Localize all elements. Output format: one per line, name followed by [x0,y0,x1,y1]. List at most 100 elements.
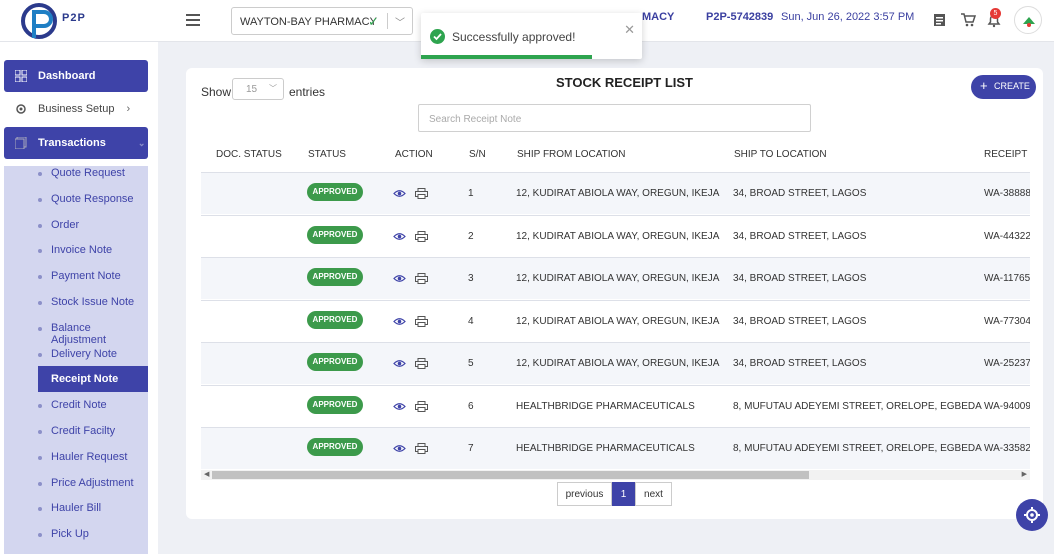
chevron-down-icon: ⌄ [137,137,146,148]
avatar[interactable] [1014,6,1042,34]
scroll-right-icon[interactable]: ▶ [1022,470,1027,478]
cell-from: HEALTHBRIDGE PHARMACEUTICALS [516,443,695,454]
sidebar-subitem-quote-response[interactable]: Quote Response [38,186,148,212]
cell-to: 8, MUFUTAU ADEYEMI STREET, ORELOPE, EGBE… [733,443,982,454]
menu-toggle-icon[interactable] [186,14,200,26]
table-row[interactable]: APPROVED 5 12, KUDIRAT ABIOLA WAY, OREGUN,… [201,342,1030,384]
status-badge: APPROVED [307,438,363,456]
close-icon[interactable]: ✕ [624,22,635,38]
print-icon[interactable] [415,400,428,412]
sidebar-item-label: Payment Note [51,270,121,283]
column-header[interactable]: RECEIPT N [984,149,1030,160]
table-row[interactable]: APPROVED 4 12, KUDIRAT ABIOLA WAY, OREGUN,… [201,299,1030,342]
cell-sn: 5 [468,358,474,369]
page-1-button[interactable]: 1 [612,482,635,506]
entries-value: 15 [246,84,258,95]
view-icon[interactable] [393,188,406,199]
column-header[interactable]: ACTION [395,149,433,160]
table-row[interactable]: APPROVED 1 12, KUDIRAT ABIOLA WAY, OREGUN,… [201,172,1030,214]
next-page-button[interactable]: next [635,482,672,506]
view-icon[interactable] [393,358,406,369]
store-name: WAYTON-BAY PHARMACY [240,16,377,28]
table-row[interactable]: APPROVED 2 12, KUDIRAT ABIOLA WAY, OREGUN,… [201,214,1030,257]
column-header[interactable]: SHIP TO LOCATION [734,149,827,160]
sidebar-item-label: Quote Request [51,167,125,179]
sidebar-subitem-quote-request[interactable]: Quote Request [38,160,148,186]
sidebar-subitem-hauler-bill[interactable]: Hauler Bill [38,495,148,521]
print-icon[interactable] [415,273,428,284]
documents-icon [15,137,27,149]
status-badge: APPROVED [307,310,363,329]
print-icon[interactable] [415,358,428,369]
column-header[interactable]: STATUS [308,149,346,160]
previous-page-button[interactable]: previous [557,482,612,506]
entries-select[interactable]: 15 ﹀ [232,78,284,100]
sidebar-item-transactions[interactable]: Transactions ⌄ [4,127,148,159]
sidebar-item-label: Price Adjustment [51,476,134,489]
chevron-down-icon[interactable]: ﹀ [395,14,405,29]
cell-from: 12, KUDIRAT ABIOLA WAY, OREGUN, IKEJA [516,230,720,242]
document-icon[interactable] [932,12,948,28]
sidebar-subitem-receipt-note[interactable]: Receipt Note [38,366,148,393]
column-header[interactable]: SHIP FROM LOCATION [517,149,626,160]
sidebar-subitem-credit-note[interactable]: Credit Note [38,392,148,418]
scroll-left-icon[interactable]: ◀ [204,470,209,478]
sidebar-item-label: Credit Facilty [51,425,116,437]
print-icon[interactable] [415,188,428,199]
sidebar-subitem-delivery-note[interactable]: Delivery Note [38,341,148,367]
sidebar-subitem-pick-up[interactable]: Pick Up [38,521,148,547]
settings-fab[interactable] [1016,499,1048,531]
entries-label: entries [289,85,326,99]
print-icon[interactable] [415,315,428,327]
column-header[interactable]: S/N [469,149,486,160]
view-icon[interactable] [393,231,406,242]
view-icon[interactable] [393,316,406,327]
sidebar-subitem-hauler-request[interactable]: Hauler Request [38,444,148,470]
table-row[interactable]: APPROVED 3 12, KUDIRAT ABIOLA WAY, OREGUN,… [201,257,1030,299]
sidebar-item-label: Delivery Note [51,347,118,360]
success-toast: Successfully approved! ✕ [421,13,642,59]
logo-icon[interactable] [20,2,64,40]
column-header[interactable]: DOC. STATUS [216,149,282,160]
show-label: Show [201,85,232,99]
print-icon[interactable] [415,443,428,454]
pharmacy-logo-icon [1023,17,1035,27]
toast-message: Successfully approved! [452,30,576,44]
horizontal-scrollbar[interactable]: ◀ ▶ [201,470,1030,480]
gear-icon [1024,507,1040,523]
table-row[interactable]: APPROVED 7 HEALTHBRIDGE PHARMACEUTICALS 8, … [201,427,1030,469]
sidebar-item-label: Order [51,218,80,231]
sidebar-subitem-order[interactable]: Order [38,212,148,238]
cell-sn: 4 [468,315,474,327]
sidebar-subitem-invoice-note[interactable]: Invoice Note [38,237,148,263]
create-button[interactable]: + CREATE [971,75,1036,99]
sidebar-subitem-payment-note[interactable]: Payment Note [38,263,148,289]
sidebar-subitem-price-adjustment[interactable]: Price Adjustment [38,470,148,496]
sidebar-item-label: Pick Up [51,528,89,541]
notification-badge: 5 [990,8,1001,19]
table-row[interactable]: APPROVED 6 HEALTHBRIDGE PHARMACEUTICALS 8, … [201,384,1030,427]
sidebar-subitem-stock-issue-note[interactable]: Stock Issue Note [38,289,148,315]
cell-sn: 6 [468,400,474,412]
view-icon[interactable] [393,443,406,454]
cart-icon[interactable] [960,12,976,28]
store-selector[interactable]: WAYTON-BAY PHARMACY ✓ ﹀ [231,7,413,35]
chevron-right-icon: › [126,103,131,115]
search-input[interactable]: Search Receipt Note [418,104,811,132]
sidebar-item-label: Quote Response [51,192,134,205]
sidebar-subitem-balance-adjustment[interactable]: Balance Adjustment [38,315,148,346]
status-badge: APPROVED [307,225,363,244]
cell-from: 12, KUDIRAT ABIOLA WAY, OREGUN, IKEJA [516,273,720,284]
scrollbar-thumb[interactable] [212,471,809,479]
sidebar-item-dashboard[interactable]: Dashboard [4,60,148,92]
gear-icon [16,104,26,114]
divider [387,13,388,29]
sidebar-item-business-setup[interactable]: Business Setup › [4,94,148,124]
view-icon[interactable] [393,273,406,284]
sidebar-subitem-credit-facilty[interactable]: Credit Facilty [38,418,148,444]
cell-from: HEALTHBRIDGE PHARMACEUTICALS [516,400,695,412]
view-icon[interactable] [393,401,406,412]
sidebar-item-label: Hauler Bill [51,502,102,515]
success-check-icon [430,29,445,44]
print-icon[interactable] [415,230,428,242]
